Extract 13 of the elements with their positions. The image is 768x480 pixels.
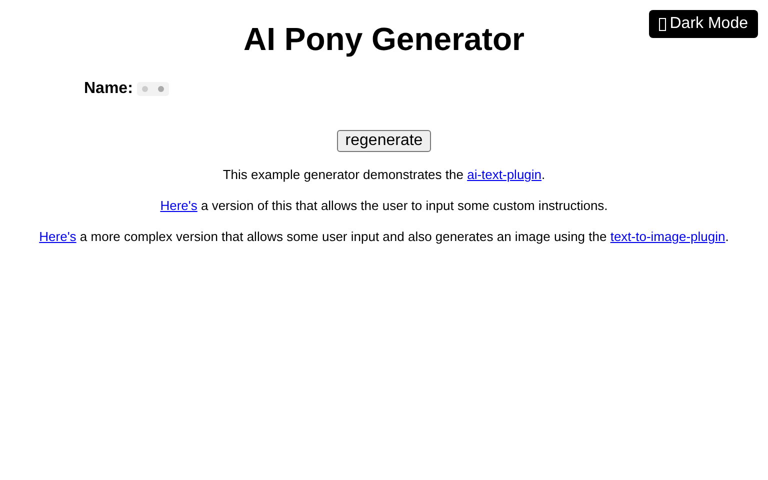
name-label: Name:	[84, 80, 133, 98]
missing-glyph-icon	[658, 18, 666, 30]
description-text: Here's a version of this that allows the user to input some custom instructions.	[159, 198, 609, 214]
page-title: AI Pony Generator	[244, 21, 524, 58]
link[interactable]: Here's	[160, 198, 198, 213]
description-text: This example generator demonstrates the ai-text-plugin.	[222, 167, 546, 183]
link[interactable]: text-to-image-plugin	[610, 229, 726, 244]
link[interactable]: Here's	[39, 229, 76, 244]
dark-mode-button[interactable]: Dark Mode	[648, 10, 758, 38]
regenerate-button[interactable]: regenerate	[337, 130, 431, 152]
description-text: Here's a more complex version that allows some user input and also generates an image using the text-to-image-plugin.	[38, 229, 730, 245]
link[interactable]: ai-text-plugin	[467, 167, 542, 182]
loading-dots-icon	[136, 82, 169, 96]
